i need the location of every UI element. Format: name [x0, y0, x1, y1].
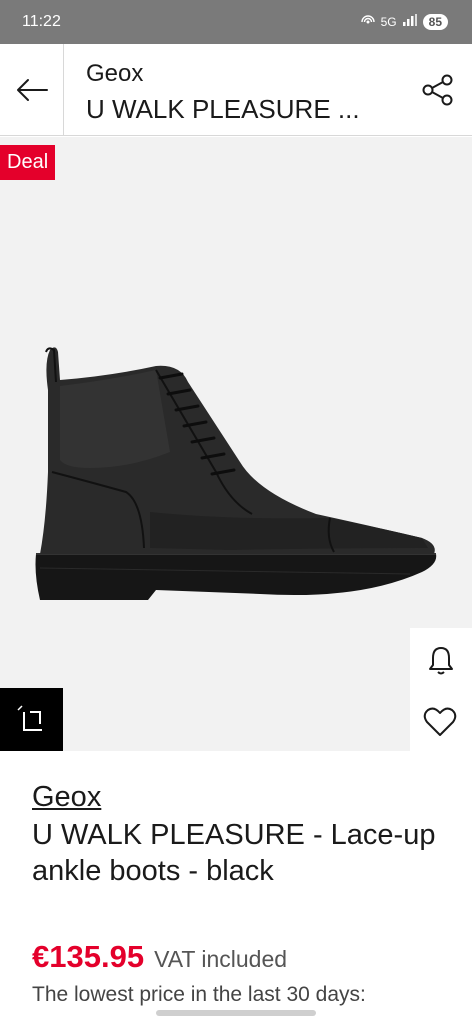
heart-icon[interactable] [423, 706, 457, 738]
arrow-left-icon [16, 79, 48, 101]
status-time: 11:22 [22, 13, 61, 30]
vat-label: VAT included [154, 946, 288, 972]
status-icons: 5G 85 [360, 13, 448, 30]
brand-link[interactable]: Geox [32, 781, 101, 814]
product-details: Geox U WALK PLEASURE - Lace-up ankle boo… [0, 751, 472, 1024]
share-button[interactable] [418, 70, 458, 110]
hotspot-icon [360, 13, 375, 30]
share-icon [422, 74, 453, 106]
lowest-price-note: The lowest price in the last 30 days: [32, 983, 366, 1006]
crop-icon [16, 705, 42, 731]
price: €135.95 [32, 939, 145, 974]
status-bar: 11:22 5G 85 [0, 0, 472, 44]
battery-indicator: 85 [422, 13, 448, 30]
deal-badge: Deal [0, 145, 56, 180]
visual-search-button[interactable] [0, 688, 63, 752]
network-label: 5G [380, 14, 397, 29]
header-brand: Geox [86, 60, 144, 87]
product-image-gallery[interactable]: Deal [0, 137, 472, 752]
price-row: €135.95 VAT included [32, 939, 287, 975]
product-image-boot[interactable] [30, 342, 440, 607]
header-product-title: U WALK PLEASURE ... [86, 94, 360, 124]
bell-icon[interactable] [425, 644, 457, 676]
home-indicator[interactable] [156, 1010, 316, 1016]
signal-icon [402, 14, 417, 29]
product-name: U WALK PLEASURE - Lace-up ankle boots - … [32, 819, 436, 887]
action-panel [410, 628, 472, 752]
product-header: Geox U WALK PLEASURE ... [0, 44, 472, 136]
back-button[interactable] [0, 44, 64, 136]
